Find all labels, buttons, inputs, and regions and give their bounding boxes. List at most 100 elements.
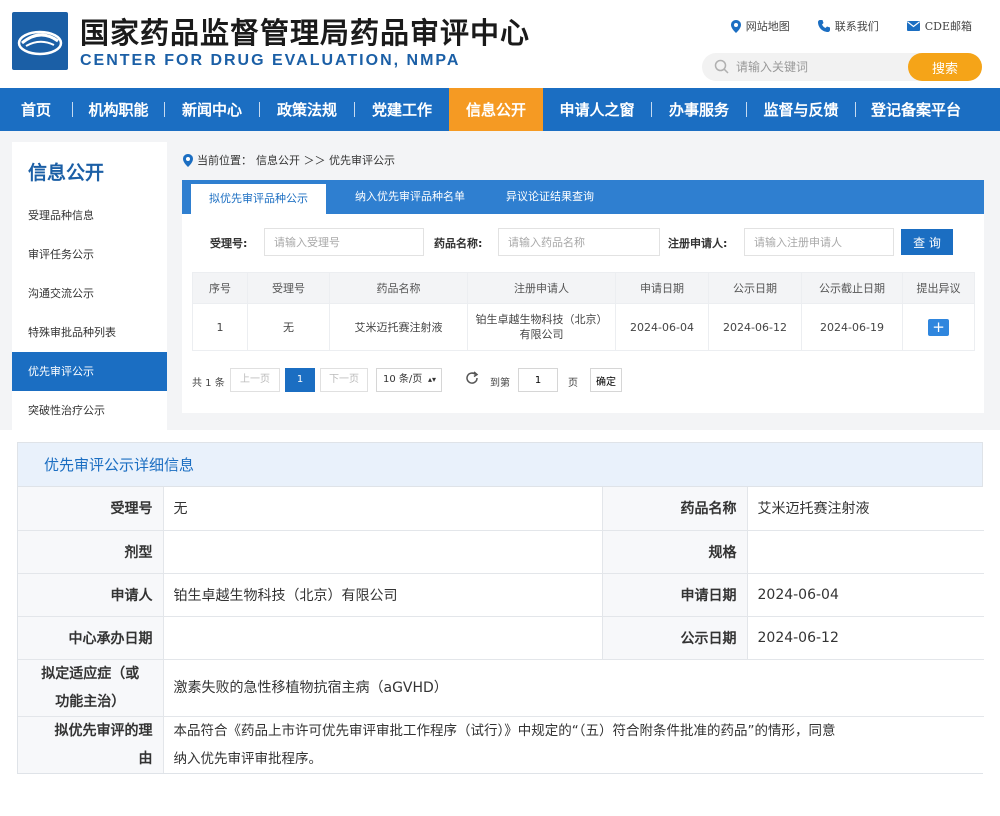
reason-key-line-2: 由 [138, 750, 153, 767]
col-header-applicant: 注册申请人 [467, 272, 616, 304]
accept-no-input[interactable] [264, 228, 424, 256]
breadcrumb-prefix: 当前位置： [197, 154, 252, 167]
cell-publish-date: 2024-06-12 [708, 303, 802, 351]
col-header-accept-no: 受理号 [247, 272, 330, 304]
col-header-drug: 药品名称 [329, 272, 468, 304]
nav-applicant-window[interactable]: 申请人之窗 [543, 88, 651, 131]
reason-key-line-1: 拟优先审评的理 [54, 722, 153, 739]
table-header-row: 序号 受理号 药品名称 注册申请人 申请日期 公示日期 公示截止日期 提出异议 [192, 272, 975, 304]
nav-policy[interactable]: 政策法规 [260, 88, 354, 131]
dosage-form-value [163, 530, 603, 574]
search-input[interactable] [736, 57, 896, 77]
nav-supervision[interactable]: 监督与反馈 [747, 88, 855, 131]
reason-line-1: 本品符合《药品上市许可优先审评审批工作程序（试行）》中规定的“（五）符合附条件批… [173, 722, 836, 739]
nmpa-logo[interactable] [12, 12, 68, 70]
site-map-link[interactable]: 网站地图 [730, 18, 790, 34]
nav-party[interactable]: 党建工作 [355, 88, 449, 131]
site-title: 国家药品监督管理局药品审评中心 [80, 16, 531, 50]
results-table: 序号 受理号 药品名称 注册申请人 申请日期 公示日期 公示截止日期 提出异议 … [192, 272, 975, 351]
dosage-form-key: 剂型 [18, 530, 164, 574]
search-icon [714, 59, 729, 74]
page-size-select[interactable]: 10 条/页 ▴▾ [376, 368, 442, 392]
sidebar-item-breakthrough[interactable]: 突破性治疗公示 [12, 391, 167, 430]
contact-link[interactable]: 联系我们 [817, 18, 879, 34]
search-button[interactable]: 搜索 [908, 53, 982, 81]
nav-news[interactable]: 新闻中心 [165, 88, 259, 131]
detail-title: 优先审评公示详细信息 [18, 443, 982, 487]
cde-mail-link[interactable]: CDE邮箱 [906, 18, 972, 34]
raise-objection-button[interactable]: + [928, 318, 949, 336]
col-header-publish-date: 公示日期 [708, 272, 802, 304]
phone-icon [817, 20, 830, 32]
indication-key-line-1: 拟定适应症（或 [41, 665, 140, 682]
table-row[interactable]: 1 无 艾米迈托赛注射液 铂生卓越生物科技（北京）有限公司 2024-06-04… [192, 303, 975, 351]
tab-proposed-priority[interactable]: 拟优先审评品种公示 [191, 184, 326, 214]
center-date-key: 中心承办日期 [18, 616, 164, 660]
accept-no-label: 受理号: [210, 237, 248, 250]
applicant-input[interactable] [744, 228, 894, 256]
breadcrumb-path[interactable]: 信息公开 ＞＞ 优先审评公示 [256, 152, 395, 168]
cell-drug: 艾米迈托赛注射液 [329, 303, 468, 351]
drug-name-input[interactable] [498, 228, 660, 256]
accept-no-value: 无 [163, 487, 603, 531]
site-map-label: 网站地图 [745, 20, 790, 33]
apply-date-key: 申请日期 [602, 573, 748, 617]
breadcrumb: 当前位置： 信息公开 ＞＞ 优先审评公示 [183, 152, 395, 168]
applicant-value: 铂生卓越生物科技（北京）有限公司 [163, 573, 603, 617]
col-header-deadline: 公示截止日期 [801, 272, 903, 304]
sidebar-item-special-approval[interactable]: 特殊审批品种列表 [12, 313, 167, 352]
reason-line-2: 纳入优先审评审批程序。 [173, 750, 323, 767]
tab-included-list[interactable]: 纳入优先审评品种名单 [340, 180, 480, 214]
cell-accept-no: 无 [247, 303, 330, 351]
nav-home[interactable]: 首页 [0, 88, 72, 131]
nav-info-public[interactable]: 信息公开 [449, 88, 543, 131]
publish-date-value: 2024-06-12 [747, 616, 984, 660]
sidebar-item-priority-review[interactable]: 优先审评公示 [12, 352, 167, 391]
spec-value [747, 530, 984, 574]
detail-row: 剂型 规格 [18, 530, 984, 574]
reason-key: 拟优先审评的理 由 [18, 716, 164, 773]
goto-confirm-button[interactable]: 确定 [590, 368, 622, 392]
total-count: 共 1 条 [192, 378, 225, 389]
detail-row: 受理号 无 药品名称 艾米迈托赛注射液 [18, 487, 984, 531]
drug-name-key: 药品名称 [602, 487, 748, 531]
contact-label: 联系我们 [834, 20, 879, 33]
cde-mail-label: CDE邮箱 [924, 20, 972, 33]
detail-row: 拟定适应症（或 功能主治） 激素失败的急性移植物抗宿主病（aGVHD） [18, 659, 984, 717]
goto-page-input[interactable] [518, 368, 558, 392]
query-button[interactable]: 查 询 [901, 229, 953, 255]
apply-date-value: 2024-06-04 [747, 573, 984, 617]
filter-bar: 受理号: 药品名称: 注册申请人: 查 询 [182, 228, 984, 258]
site-search: 搜索 [702, 53, 982, 81]
nav-functions[interactable]: 机构职能 [73, 88, 164, 131]
indication-value: 激素失败的急性移植物抗宿主病（aGVHD） [163, 659, 984, 717]
nav-registration[interactable]: 登记备案平台 [856, 88, 976, 131]
sidebar-item-review-tasks[interactable]: 审评任务公示 [12, 235, 167, 274]
page-unit-label: 页 [568, 378, 578, 389]
sidebar-list: 受理品种信息 审评任务公示 沟通交流公示 特殊审批品种列表 优先审评公示 突破性… [12, 196, 167, 430]
location-icon [183, 153, 193, 167]
col-header-apply-date: 申请日期 [615, 272, 709, 304]
tab-objection-results[interactable]: 异议论证结果查询 [492, 180, 608, 214]
sidebar-item-accepted[interactable]: 受理品种信息 [12, 196, 167, 235]
sidebar: 信息公开 受理品种信息 审评任务公示 沟通交流公示 特殊审批品种列表 优先审评公… [12, 142, 167, 430]
cell-apply-date: 2024-06-04 [615, 303, 709, 351]
detail-row: 中心承办日期 公示日期 2024-06-12 [18, 616, 984, 660]
indication-key: 拟定适应症（或 功能主治） [18, 659, 164, 717]
map-pin-icon [730, 19, 741, 33]
accept-no-key: 受理号 [18, 487, 164, 531]
sidebar-item-communication[interactable]: 沟通交流公示 [12, 274, 167, 313]
nav-services[interactable]: 办事服务 [652, 88, 746, 131]
refresh-icon[interactable] [464, 370, 480, 386]
next-page-button[interactable]: 下一页 [320, 368, 368, 392]
detail-row: 拟优先审评的理 由 本品符合《药品上市许可优先审评审批工作程序（试行）》中规定的… [18, 716, 984, 773]
page-1-button[interactable]: 1 [285, 368, 315, 392]
tab-bar: 拟优先审评品种公示 纳入优先审评品种名单 异议论证结果查询 [182, 180, 984, 214]
indication-key-line-2: 功能主治） [55, 693, 126, 710]
site-subtitle: CENTER FOR DRUG EVALUATION, NMPA [80, 52, 461, 69]
detail-panel: 优先审评公示详细信息 受理号 无 药品名称 艾米迈托赛注射液 剂型 规格 申请人… [17, 442, 984, 774]
goto-label: 到第 [490, 378, 510, 389]
pagination: 共 1 条 上一页 1 下一页 10 条/页 ▴▾ 到第 页 确定 [192, 368, 974, 392]
cell-deadline: 2024-06-19 [801, 303, 903, 351]
prev-page-button[interactable]: 上一页 [230, 368, 280, 392]
